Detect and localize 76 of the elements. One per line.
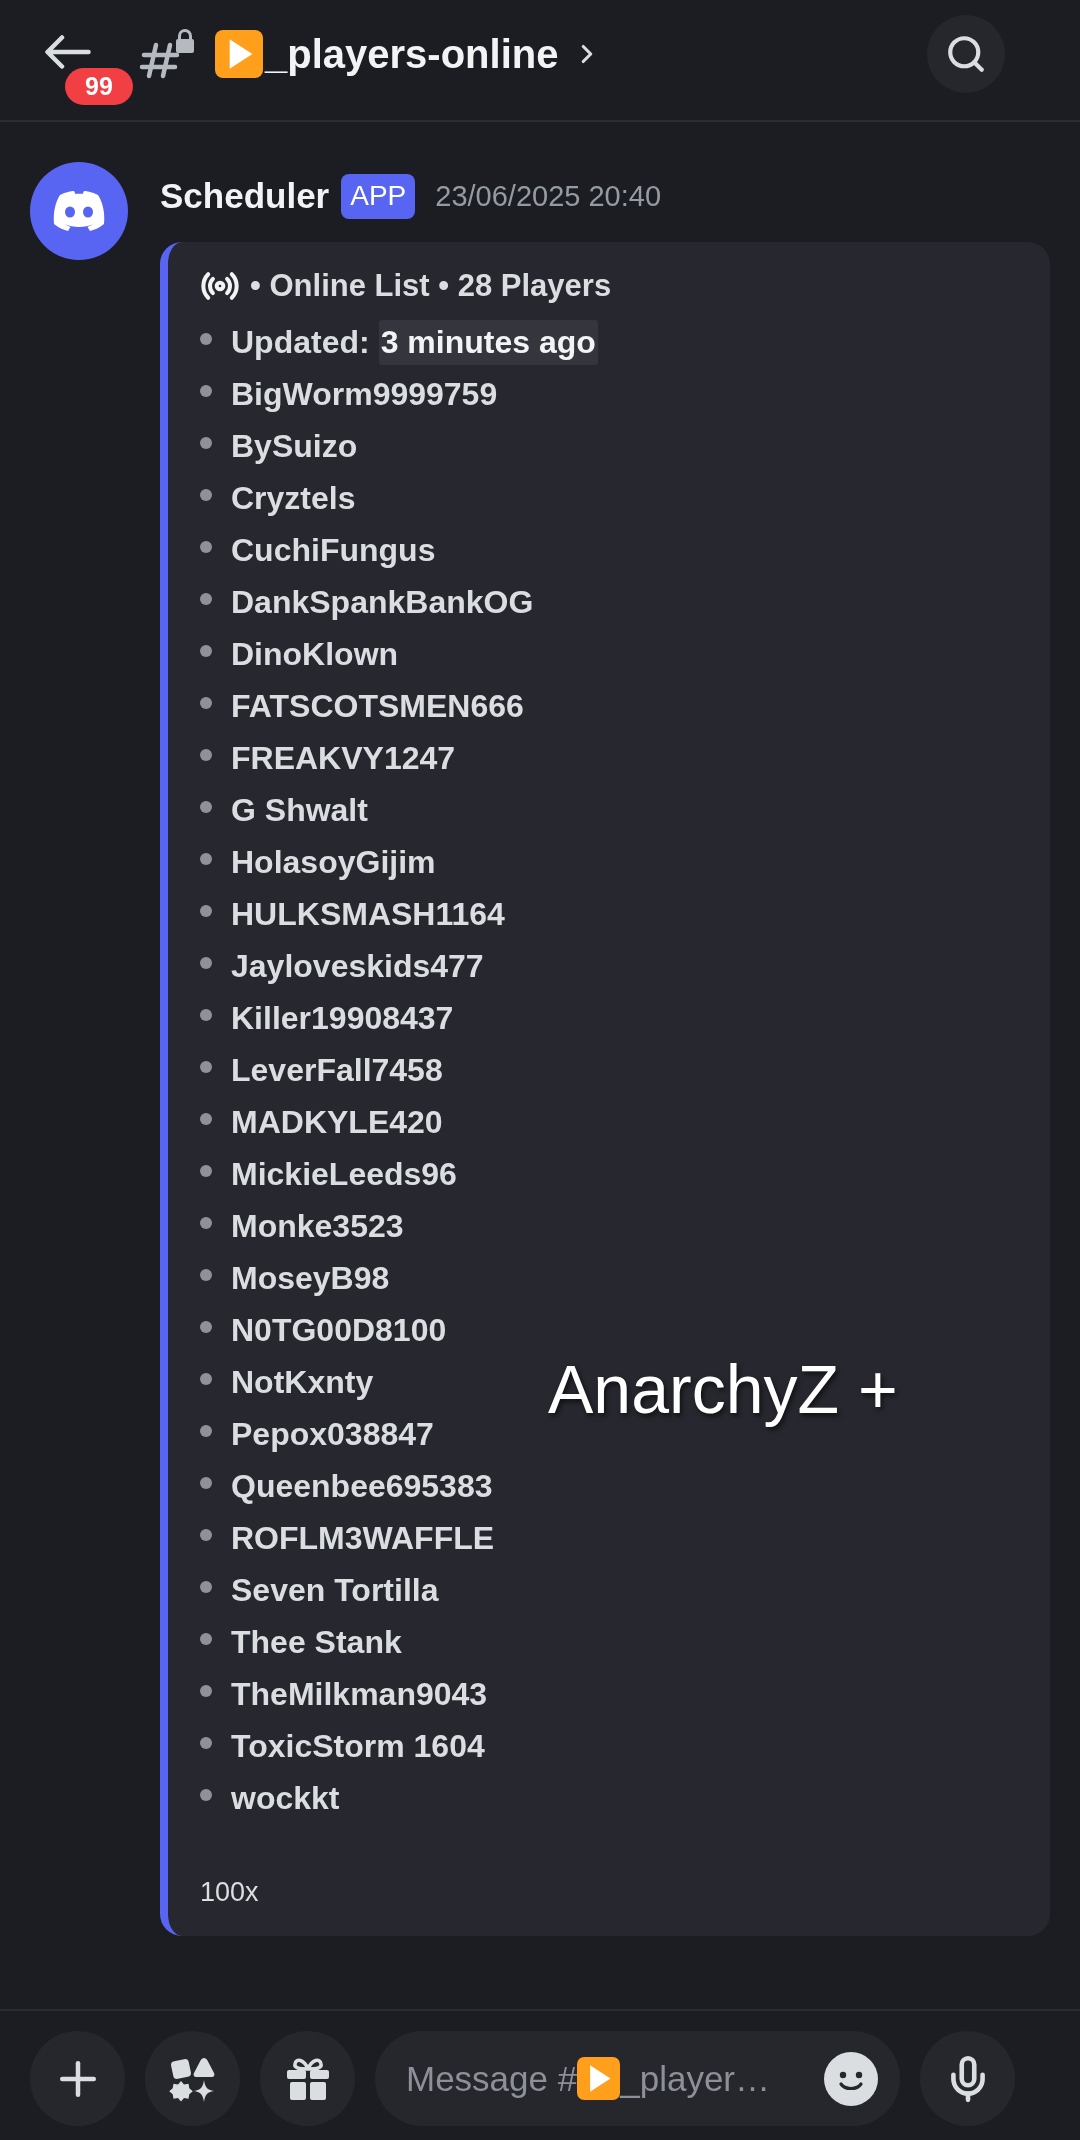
message-timestamp: 23/06/2025 20:40 [435,179,662,213]
back-button[interactable] [45,35,91,69]
bullet-icon [200,385,212,397]
player-name: MoseyB98 [231,1259,390,1297]
updated-label: Updated: [231,323,370,361]
bullet-icon [200,853,212,865]
player-name: FATSCOTSMEN666 [231,687,524,725]
bullet-icon [200,333,212,345]
player-name: HULKSMASH1164 [231,895,505,933]
play-icon [577,2057,621,2100]
bullet-icon [200,905,212,917]
player-name: Queenbee695383 [231,1467,493,1505]
bullet-icon [200,1217,212,1229]
player-name: MADKYLE420 [231,1103,443,1141]
bullet-icon [200,1321,212,1333]
app-tag: APP [341,173,416,219]
player-name: Pepox038847 [231,1415,434,1453]
player-name: DinoKlown [231,635,399,673]
player-name: Monke3523 [231,1207,404,1245]
player-name: CuchiFungus [231,531,436,569]
message-field[interactable]: Message # _player… [375,2031,900,2126]
play-icon [215,30,263,78]
bullet-icon [200,1269,212,1281]
player-name: ToxicStorm 1604 [231,1727,485,1765]
bullet-icon [200,1789,212,1801]
channel-title[interactable]: _players-online [215,30,603,78]
bullet-icon [200,1425,212,1437]
player-name: LeverFall7458 [231,1051,443,1089]
back-arrow-icon [45,35,91,69]
player-name: Thee Stank [231,1623,402,1661]
bullet-icon [200,1477,212,1489]
player-name: Jayloveskids477 [231,947,484,985]
player-name: ROFLM3WAFFLE [231,1519,495,1557]
player-name: DankSpankBankOG [231,583,534,621]
player-name: NotKxnty [231,1363,374,1401]
bullet-icon [200,749,212,761]
player-name: BySuizo [231,427,358,465]
bullet-icon [200,801,212,813]
bullet-icon [200,957,212,969]
player-name: wockkt [231,1779,340,1817]
bullet-icon [200,1165,212,1177]
player-name: Killer19908437 [231,999,454,1037]
player-name: TheMilkman9043 [231,1675,488,1713]
bullet-icon [200,1373,212,1385]
embed-title: • Online List • 28 Players [250,268,612,304]
player-name: MickieLeeds96 [231,1155,457,1193]
player-name: BigWorm9999759 [231,375,498,413]
emoji-button[interactable] [824,2051,878,2106]
bullet-icon [200,1737,212,1749]
bullet-icon [200,1061,212,1073]
bullet-icon [200,1581,212,1593]
bullet-icon [200,1633,212,1645]
bullet-icon [200,1685,212,1697]
bullet-icon [200,489,212,501]
bullet-icon [200,697,212,709]
bullet-icon [200,593,212,605]
bullet-icon [200,645,212,657]
bullet-icon [200,437,212,449]
updated-timestamp: 3 minutes ago [378,319,598,365]
player-name: N0TG00D8100 [231,1311,447,1349]
player-name: Cryztels [231,479,356,517]
player-name: HolasoyGijim [231,843,436,881]
embed-footer: 100x [200,1874,1020,1910]
player-name: FREAKVY1247 [231,739,456,777]
smiley-icon [824,2051,878,2106]
bullet-icon [200,1113,212,1125]
author-name[interactable]: Scheduler [160,176,330,216]
player-name: Seven Tortilla [231,1571,439,1609]
hash-lock-icon [139,29,195,79]
bullet-icon [200,1529,212,1541]
bullet-icon [200,541,212,553]
unread-badge: 99 [65,68,133,105]
search-icon [945,33,987,75]
bullet-icon [200,1009,212,1021]
player-name: G Shwalt [231,791,368,829]
bot-avatar-icon[interactable] [30,162,128,260]
